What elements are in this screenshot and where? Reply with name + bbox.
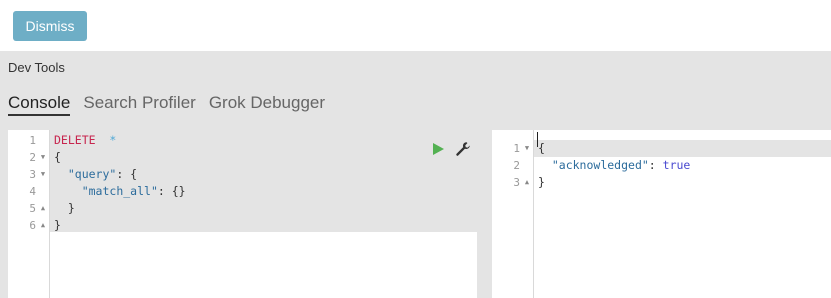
dev-tools-title: Dev Tools	[8, 60, 65, 75]
line-number: 4	[29, 185, 36, 198]
editor-line[interactable]: 4 "match_all": {}	[8, 183, 477, 200]
fold-toggle-icon[interactable]: ▲	[39, 200, 47, 217]
line-number: 1	[513, 142, 520, 155]
fold-toggle-icon[interactable]: ▲	[39, 217, 47, 234]
line-number: 3	[29, 168, 36, 181]
editor-line[interactable]: 2 "acknowledged": true	[492, 157, 831, 174]
fold-toggle-icon[interactable]: ▼	[39, 149, 47, 166]
editor-line[interactable]: 5 ▲ }	[8, 200, 477, 217]
response-viewer[interactable]: 1 ▼ { 2 "acknowledged": true 3 ▲ }	[492, 130, 831, 298]
editor-line[interactable]: 3 ▲ }	[492, 174, 831, 191]
dev-tools-tabs: Console Search Profiler Grok Debugger	[8, 92, 338, 116]
request-path: *	[109, 133, 117, 147]
tab-grok-debugger[interactable]: Grok Debugger	[209, 92, 325, 116]
line-number: 2	[29, 151, 36, 164]
dismiss-button[interactable]: Dismiss	[13, 11, 87, 41]
dev-tools-panel: Dev Tools Console Search Profiler Grok D…	[0, 51, 831, 298]
editor-line[interactable]: 1 DELETE *	[8, 132, 477, 149]
editor-line[interactable]: 3 ▼ "query": {	[8, 166, 477, 183]
editor-line[interactable]: 6 ▲ }	[8, 217, 477, 234]
editor-line[interactable]: 2 ▼ {	[8, 149, 477, 166]
line-number: 3	[513, 176, 520, 189]
tab-console[interactable]: Console	[8, 92, 71, 116]
line-number: 2	[513, 159, 520, 172]
fold-toggle-icon[interactable]: ▼	[39, 166, 47, 183]
tab-search-profiler[interactable]: Search Profiler	[83, 92, 195, 116]
fold-toggle-icon[interactable]: ▲	[523, 174, 531, 191]
line-number: 5	[29, 202, 36, 215]
line-number: 1	[29, 134, 36, 147]
request-method: DELETE	[54, 133, 96, 147]
line-number: 6	[29, 219, 36, 232]
fold-toggle-icon[interactable]: ▼	[523, 140, 531, 157]
request-editor[interactable]: 1 DELETE * 2 ▼ { 3 ▼ "query": { 4 "match…	[8, 130, 477, 298]
text-cursor	[537, 132, 538, 147]
editor-line[interactable]: 1 ▼ {	[492, 140, 831, 157]
